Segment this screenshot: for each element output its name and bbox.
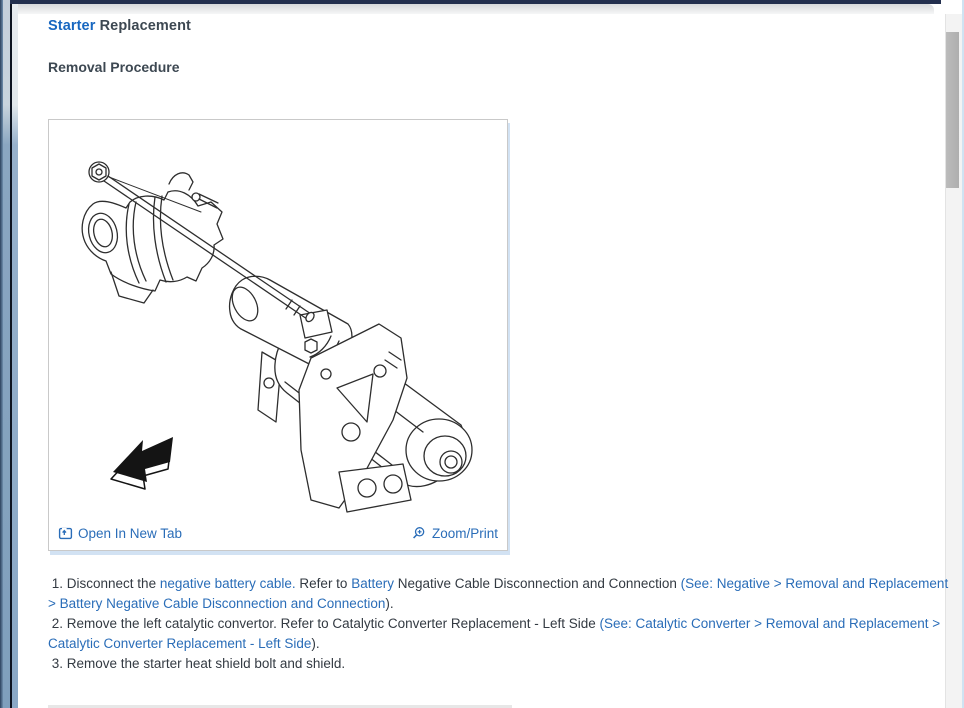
procedure-step: 1. Disconnect the negative battery cable… bbox=[48, 574, 950, 614]
section-heading: Removal Procedure bbox=[48, 59, 180, 75]
step-text: Negative Cable Disconnection and Connect… bbox=[393, 576, 681, 591]
starter-exploded-diagram bbox=[81, 161, 473, 513]
open-in-new-tab-label: Open In New Tab bbox=[78, 525, 183, 541]
step-text: 1. Disconnect the bbox=[48, 576, 160, 591]
procedure-reference-link[interactable]: negative battery cable. bbox=[160, 576, 296, 591]
vertical-scrollbar-thumb[interactable] bbox=[946, 32, 959, 188]
article-content: Starter Replacement Removal Procedure Op… bbox=[18, 14, 948, 708]
step-text: ). bbox=[385, 596, 394, 611]
open-in-new-tab-icon bbox=[58, 527, 73, 539]
page-title: Starter Replacement bbox=[48, 18, 944, 34]
starter-motor-drawing bbox=[228, 275, 473, 513]
page-title-secondary: Replacement bbox=[99, 18, 191, 34]
zoom-print-link[interactable]: Zoom/Print bbox=[412, 526, 498, 541]
direction-arrow bbox=[110, 437, 173, 490]
step-text: Refer to bbox=[295, 576, 352, 591]
page-title-primary: Starter bbox=[48, 18, 96, 34]
step-text: 2. Remove the left catalytic convertor. … bbox=[48, 616, 600, 631]
procedure-step: 3. Remove the starter heat shield bolt a… bbox=[48, 654, 950, 674]
zoom-magnifier-plus-icon bbox=[412, 526, 425, 539]
step-text: 3. Remove the starter heat shield bolt a… bbox=[48, 656, 346, 671]
step-text: ). bbox=[311, 636, 320, 651]
zoom-print-label: Zoom/Print bbox=[431, 525, 498, 541]
heat-shield-bracket-drawing bbox=[81, 172, 224, 304]
figure-footer: Open In New Tab Zoom/Print bbox=[49, 518, 507, 548]
open-in-new-tab-link[interactable]: Open In New Tab bbox=[58, 526, 182, 541]
procedure-reference-link[interactable]: Battery bbox=[351, 576, 394, 591]
procedure-step: 2. Remove the left catalytic convertor. … bbox=[48, 614, 950, 654]
window-frame-strip bbox=[3, 0, 10, 708]
app-window: Starter Replacement Removal Procedure Op… bbox=[0, 0, 964, 708]
top-gradient-band bbox=[18, 4, 934, 14]
procedure-steps: 1. Disconnect the negative battery cable… bbox=[48, 574, 950, 674]
figure-box: Open In New Tab Zoom/Print bbox=[48, 119, 508, 551]
